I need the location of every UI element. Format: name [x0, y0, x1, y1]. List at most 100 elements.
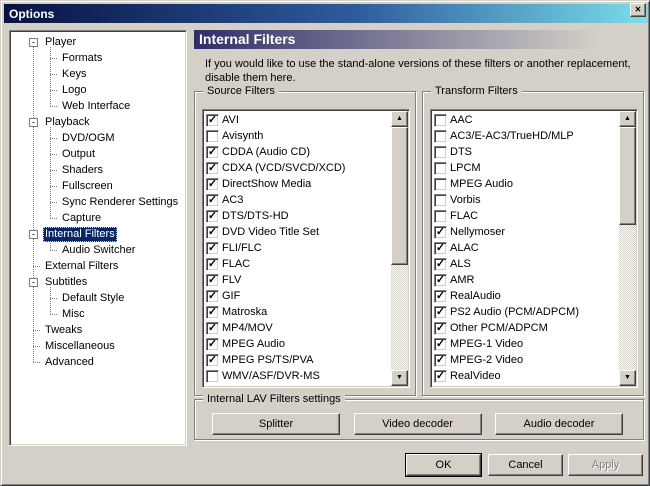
checkbox-checked-icon[interactable]: ✓	[206, 337, 219, 351]
filter-item-mpeg-2-video[interactable]: ✓ MPEG-2 Video	[432, 352, 619, 368]
checkbox-unchecked-icon[interactable]	[206, 369, 219, 383]
checkbox-checked-icon[interactable]: ✓	[434, 241, 447, 255]
checkbox-checked-icon[interactable]: ✓	[206, 305, 219, 319]
filter-item-flv[interactable]: ✓ FLV	[204, 272, 391, 288]
filter-item-realvideo[interactable]: ✓ RealVideo	[432, 368, 619, 384]
filter-item-cdda-audio-cd[interactable]: ✓ CDDA (Audio CD)	[204, 144, 391, 160]
filter-item-avisynth[interactable]: Avisynth	[204, 128, 391, 144]
filter-item-other-pcm-adpcm[interactable]: ✓ Other PCM/ADPCM	[432, 320, 619, 336]
filter-item-mpeg-1-video[interactable]: ✓ MPEG-1 Video	[432, 336, 619, 352]
scroll-down-button[interactable]: ▼	[619, 370, 636, 386]
tree-item-external-filters[interactable]: External Filters	[10, 259, 184, 275]
checkbox-checked-icon[interactable]: ✓	[206, 225, 219, 239]
filter-item-ac3[interactable]: ✓ AC3	[204, 192, 391, 208]
checkbox-checked-icon[interactable]: ✓	[434, 305, 447, 319]
checkbox-checked-icon[interactable]: ✓	[206, 113, 219, 127]
filter-item-dts[interactable]: DTS	[432, 144, 619, 160]
filter-item-mpeg-ps-ts-pva[interactable]: ✓ MPEG PS/TS/PVA	[204, 352, 391, 368]
scroll-down-button[interactable]: ▼	[391, 370, 408, 386]
checkbox-checked-icon[interactable]: ✓	[206, 321, 219, 335]
filter-item-alac[interactable]: ✓ ALAC	[432, 240, 619, 256]
checkbox-checked-icon[interactable]: ✓	[206, 289, 219, 303]
checkbox-checked-icon[interactable]: ✓	[206, 209, 219, 223]
filter-item-flac[interactable]: ✓ FLAC	[204, 256, 391, 272]
tree-item-shaders[interactable]: Shaders	[10, 163, 184, 179]
checkbox-unchecked-icon[interactable]	[434, 161, 447, 175]
filter-item-als[interactable]: ✓ ALS	[432, 256, 619, 272]
tree-item-subtitles[interactable]: - Subtitles	[10, 275, 184, 291]
ok-button[interactable]: OK	[405, 453, 482, 477]
collapse-icon[interactable]: -	[29, 118, 38, 127]
checkbox-checked-icon[interactable]: ✓	[206, 193, 219, 207]
checkbox-checked-icon[interactable]: ✓	[434, 321, 447, 335]
checkbox-checked-icon[interactable]: ✓	[206, 257, 219, 271]
close-button[interactable]: ✕	[630, 3, 646, 17]
tree-item-keys[interactable]: Keys	[10, 67, 184, 83]
filter-item-lpcm[interactable]: LPCM	[432, 160, 619, 176]
filter-item-flac[interactable]: FLAC	[432, 208, 619, 224]
tree-item-advanced[interactable]: Advanced	[10, 355, 184, 371]
tree-item-output[interactable]: Output	[10, 147, 184, 163]
checkbox-checked-icon[interactable]: ✓	[434, 369, 447, 383]
tree-item-formats[interactable]: Formats	[10, 51, 184, 67]
filter-item-vorbis[interactable]: Vorbis	[432, 192, 619, 208]
checkbox-checked-icon[interactable]: ✓	[206, 273, 219, 287]
splitter-button[interactable]: Splitter	[212, 413, 340, 435]
checkbox-unchecked-icon[interactable]	[206, 129, 219, 143]
tree-item-dvd-ogm[interactable]: DVD/OGM	[10, 131, 184, 147]
checkbox-unchecked-icon[interactable]	[434, 113, 447, 127]
scroll-up-button[interactable]: ▲	[619, 111, 636, 127]
collapse-icon[interactable]: -	[29, 38, 38, 47]
filter-item-directshow-media[interactable]: ✓ DirectShow Media	[204, 176, 391, 192]
checkbox-checked-icon[interactable]: ✓	[434, 353, 447, 367]
checkbox-checked-icon[interactable]: ✓	[434, 257, 447, 271]
filter-item-aac[interactable]: AAC	[432, 112, 619, 128]
video-decoder-button[interactable]: Video decoder	[353, 413, 482, 435]
filter-item-ps2-audio-pcm-adpcm[interactable]: ✓ PS2 Audio (PCM/ADPCM)	[432, 304, 619, 320]
checkbox-unchecked-icon[interactable]	[434, 193, 447, 207]
audio-decoder-button[interactable]: Audio decoder	[495, 413, 623, 435]
scroll-up-button[interactable]: ▲	[391, 111, 408, 127]
tree-item-internal-filters[interactable]: - Internal Filters	[10, 227, 184, 243]
checkbox-unchecked-icon[interactable]	[434, 129, 447, 143]
checkbox-checked-icon[interactable]: ✓	[434, 289, 447, 303]
tree-item-web-interface[interactable]: Web Interface	[10, 99, 184, 115]
filter-item-fli-flc[interactable]: ✓ FLI/FLC	[204, 240, 391, 256]
tree-item-logo[interactable]: Logo	[10, 83, 184, 99]
tree-item-fullscreen[interactable]: Fullscreen	[10, 179, 184, 195]
options-tree[interactable]: - Player Formats Keys Logo Web Interface - Play…	[9, 30, 187, 446]
transform-filters-scrollbar[interactable]: ▲ ▼	[619, 111, 636, 386]
filter-item-dvd-video-title-set[interactable]: ✓ DVD Video Title Set	[204, 224, 391, 240]
cancel-button[interactable]: Cancel	[488, 454, 563, 476]
filter-item-dts-dts-hd[interactable]: ✓ DTS/DTS-HD	[204, 208, 391, 224]
titlebar[interactable]: Options	[4, 4, 648, 23]
tree-item-playback[interactable]: - Playback	[10, 115, 184, 131]
filter-item-amr[interactable]: ✓ AMR	[432, 272, 619, 288]
tree-item-capture[interactable]: Capture	[10, 211, 184, 227]
checkbox-checked-icon[interactable]: ✓	[434, 337, 447, 351]
filter-item-ac3-e-ac3-truehd-mlp[interactable]: AC3/E-AC3/TrueHD/MLP	[432, 128, 619, 144]
collapse-icon[interactable]: -	[29, 230, 38, 239]
checkbox-checked-icon[interactable]: ✓	[206, 177, 219, 191]
checkbox-checked-icon[interactable]: ✓	[434, 225, 447, 239]
tree-item-miscellaneous[interactable]: Miscellaneous	[10, 339, 184, 355]
source-filters-scrollbar[interactable]: ▲ ▼	[391, 111, 408, 386]
filter-item-nellymoser[interactable]: ✓ Nellymoser	[432, 224, 619, 240]
transform-filters-list[interactable]: AAC AC3/E-AC3/TrueHD/MLP DTS LPCM MPEG Audio…	[430, 109, 638, 388]
scroll-thumb[interactable]	[619, 127, 636, 225]
checkbox-checked-icon[interactable]: ✓	[206, 241, 219, 255]
checkbox-unchecked-icon[interactable]	[434, 145, 447, 159]
checkbox-unchecked-icon[interactable]	[434, 177, 447, 191]
filter-item-mpeg-audio[interactable]: MPEG Audio	[432, 176, 619, 192]
filter-item-cdxa-vcd-svcd-xcd[interactable]: ✓ CDXA (VCD/SVCD/XCD)	[204, 160, 391, 176]
checkbox-checked-icon[interactable]: ✓	[434, 273, 447, 287]
filter-item-avi[interactable]: ✓ AVI	[204, 112, 391, 128]
checkbox-checked-icon[interactable]: ✓	[206, 353, 219, 367]
tree-item-default-style[interactable]: Default Style	[10, 291, 184, 307]
filter-item-mpeg-audio[interactable]: ✓ MPEG Audio	[204, 336, 391, 352]
tree-item-audio-switcher[interactable]: Audio Switcher	[10, 243, 184, 259]
tree-item-misc[interactable]: Misc	[10, 307, 184, 323]
collapse-icon[interactable]: -	[29, 278, 38, 287]
tree-item-player[interactable]: - Player	[10, 35, 184, 51]
checkbox-checked-icon[interactable]: ✓	[206, 161, 219, 175]
